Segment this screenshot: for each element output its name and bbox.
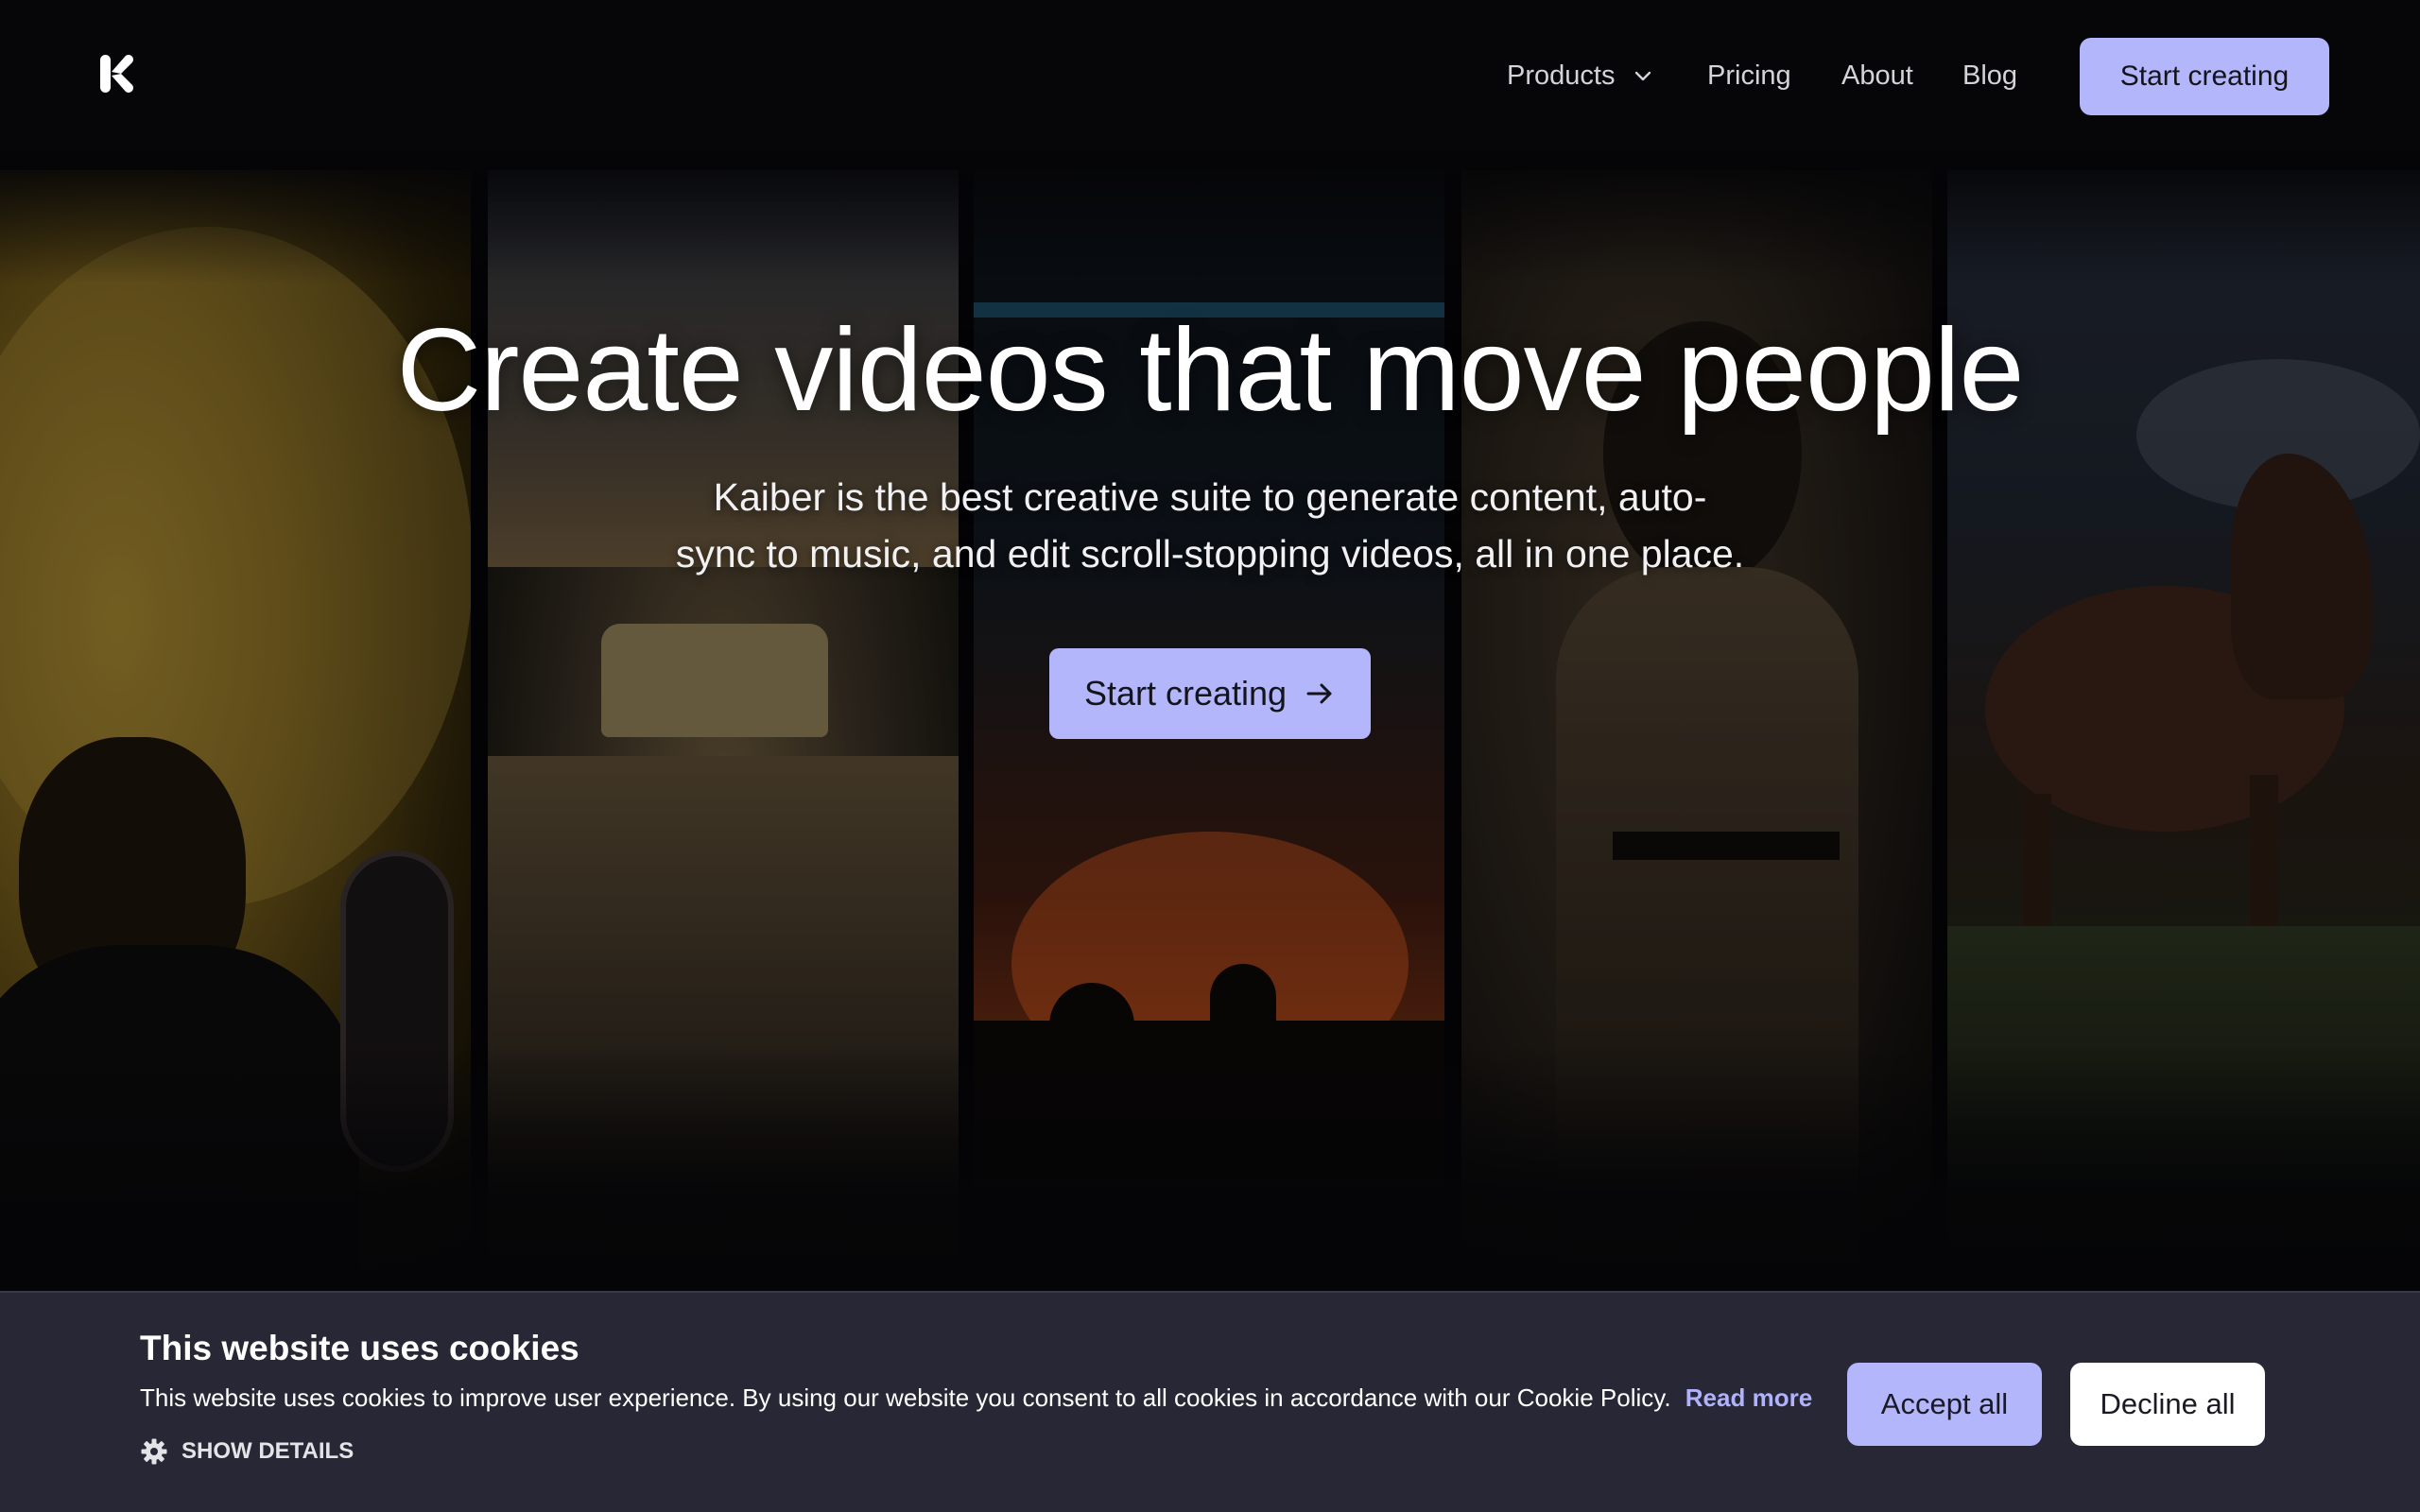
cookie-banner: This website uses cookies This website u…	[0, 1291, 2420, 1512]
cookie-banner-text: This website uses cookies to improve use…	[140, 1383, 1812, 1413]
nav-products-label: Products	[1507, 60, 1616, 91]
show-details-label: SHOW DETAILS	[182, 1438, 354, 1464]
nav-products[interactable]: Products	[1507, 53, 1654, 98]
start-creating-header-button[interactable]: Start creating	[2080, 38, 2329, 115]
gear-icon	[141, 1438, 167, 1465]
hero-subtitle: Kaiber is the best creative suite to gen…	[643, 469, 1777, 582]
hero-cta-label: Start creating	[1083, 674, 1288, 713]
decline-all-button[interactable]: Decline all	[2070, 1363, 2265, 1446]
hero-subtitle-line-1: Kaiber is the best creative suite to gen…	[713, 475, 1707, 519]
site-header: Products Pricing About Blog Start creati…	[0, 0, 2420, 151]
read-more-link[interactable]: Read more	[1685, 1383, 1812, 1412]
kaiber-logo-icon[interactable]	[98, 53, 136, 94]
nav-blog[interactable]: Blog	[1962, 53, 2017, 98]
hero-bottom-fade	[0, 1045, 2420, 1291]
cookie-banner-description: This website uses cookies to improve use…	[140, 1383, 1671, 1412]
nav-pricing[interactable]: Pricing	[1707, 53, 1791, 98]
hero-top-fade	[0, 151, 2420, 284]
chevron-down-icon	[1635, 71, 1651, 81]
nav-about[interactable]: About	[1841, 53, 1913, 98]
accept-all-button[interactable]: Accept all	[1847, 1363, 2042, 1446]
hero-title: Create videos that move people	[396, 305, 2025, 436]
arrow-right-icon	[1306, 683, 1332, 704]
cookie-banner-title: This website uses cookies	[140, 1329, 579, 1367]
show-details-toggle[interactable]: SHOW DETAILS	[140, 1435, 354, 1469]
start-creating-hero-button[interactable]: Start creating	[1049, 648, 1371, 739]
hero-subtitle-line-2: sync to music, and edit scroll-stopping …	[675, 532, 1745, 576]
